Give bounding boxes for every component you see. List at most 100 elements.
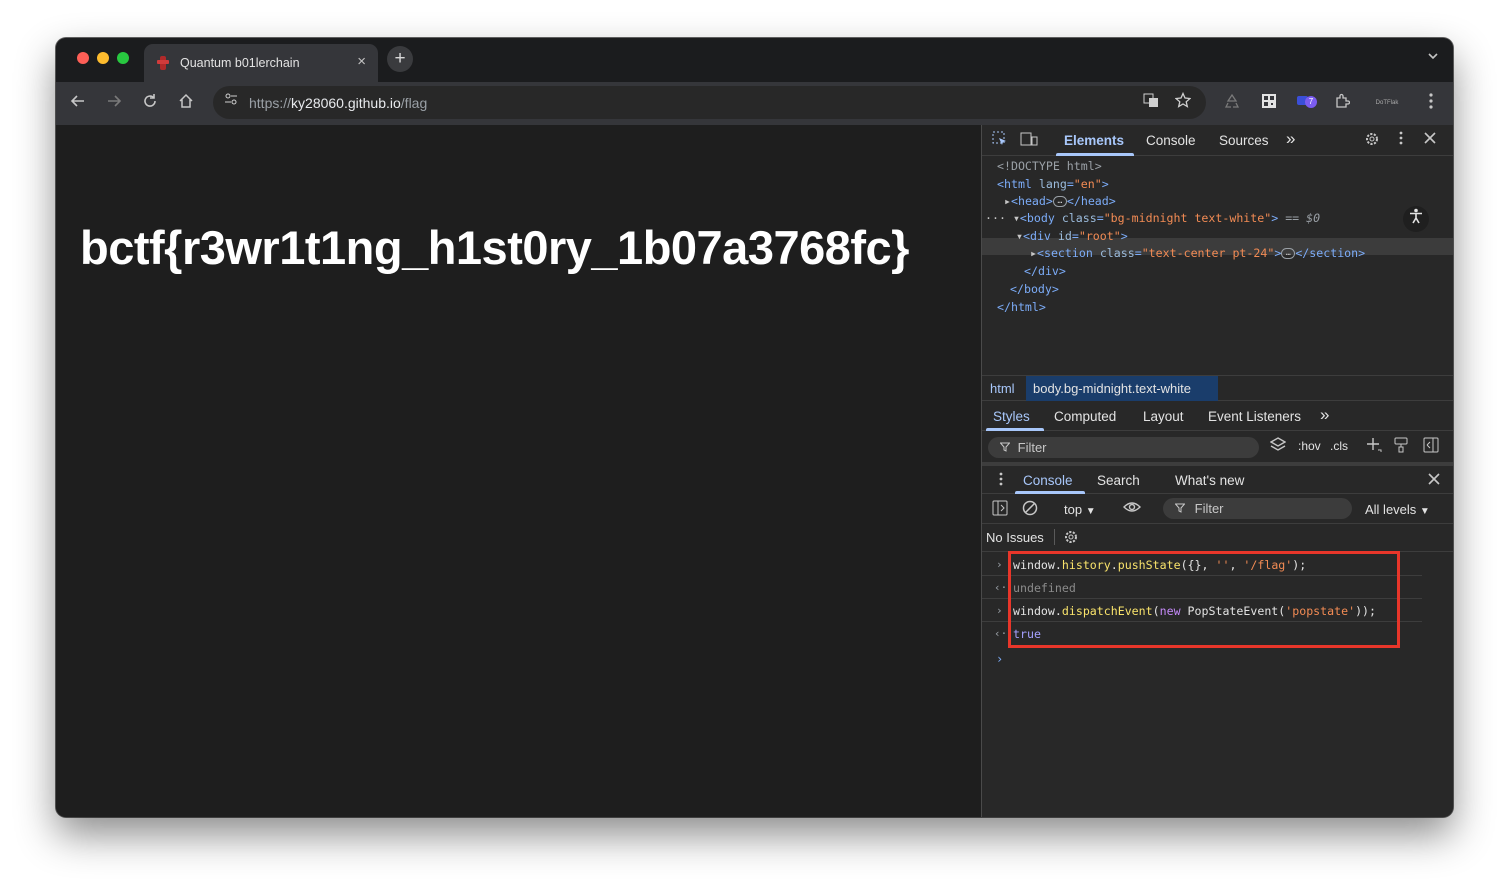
more-tabs-icon[interactable]: » xyxy=(1286,129,1295,149)
url-path: /flag xyxy=(400,95,428,111)
back-arrow-icon[interactable] xyxy=(68,93,88,113)
tab-event-listeners[interactable]: Event Listeners xyxy=(1208,409,1301,424)
tab-title: Quantum b01lerchain xyxy=(180,56,300,70)
selected-node-marker: == $0 xyxy=(1285,211,1321,225)
console-output: › window.history.pushState({}, '', '/fla… xyxy=(982,551,1453,817)
tab-elements[interactable]: Elements xyxy=(1064,133,1124,148)
output-chevron-icon: ‹· xyxy=(994,627,1008,640)
device-toolbar-icon[interactable] xyxy=(1020,131,1038,151)
devtools-tab-bar: Elements Console Sources » xyxy=(982,125,1453,156)
breadcrumb-body[interactable]: body.bg-midnight.text-white xyxy=(1033,381,1191,396)
log-levels-select[interactable]: All levels ▼ xyxy=(1365,502,1430,517)
collapsed-ellipsis-icon[interactable]: … xyxy=(1281,248,1296,259)
layers-icon[interactable] xyxy=(1269,437,1287,456)
levels-dropdown-icon: ▼ xyxy=(1419,506,1430,517)
tab-search-chevron-icon[interactable] xyxy=(1427,50,1439,65)
dom-html-open[interactable]: <html lang="en"> xyxy=(997,177,1109,191)
paint-brush-icon[interactable] xyxy=(1394,437,1408,456)
console-filter-placeholder: Filter xyxy=(1194,501,1224,516)
drawer-tab-search[interactable]: Search xyxy=(1097,473,1140,488)
devtools-panel: Elements Console Sources » <!DOCTYPE htm… xyxy=(981,125,1453,817)
execution-context-select[interactable]: top ▼ xyxy=(1064,502,1096,517)
styles-filter-input[interactable]: Filter xyxy=(988,437,1259,458)
dom-tree: <!DOCTYPE html> <html lang="en"> ▸<head>… xyxy=(982,156,1453,375)
url-host: ky28060.github.io xyxy=(291,95,401,111)
new-style-rule-icon[interactable] xyxy=(1366,437,1382,456)
console-prompt[interactable]: › xyxy=(996,652,1003,666)
context-dropdown-icon: ▼ xyxy=(1085,506,1096,517)
minimize-window-button[interactable] xyxy=(97,52,109,64)
tab-computed[interactable]: Computed xyxy=(1054,409,1116,424)
console-toolbar: top ▼ Filter All levels ▼ xyxy=(982,494,1453,524)
live-expression-eye-icon[interactable] xyxy=(1123,500,1141,518)
dom-html-close[interactable]: </html> xyxy=(997,300,1046,314)
flag-heading: bctf{r3wr1t1ng_h1st0ry_1b07a3768fc} xyxy=(80,221,909,274)
extensions-puzzle-icon[interactable] xyxy=(1332,93,1352,113)
inspect-element-icon[interactable] xyxy=(991,131,1009,151)
hov-toggle[interactable]: :hov xyxy=(1298,439,1321,453)
dom-body-close[interactable]: </body> xyxy=(1010,282,1059,296)
site-settings-icon[interactable] xyxy=(221,92,241,112)
tab-styles[interactable]: Styles xyxy=(993,409,1030,424)
title-bar: Quantum b01lerchain × + xyxy=(56,38,1453,82)
drawer-tab-bar: Console Search What's new xyxy=(982,463,1453,494)
filter-funnel-icon xyxy=(999,437,1014,458)
chrome-menu-icon[interactable] xyxy=(1421,93,1441,113)
input-chevron-icon: › xyxy=(996,604,1003,617)
red-highlight-box xyxy=(1008,551,1400,648)
tab-layout[interactable]: Layout xyxy=(1143,409,1184,424)
drawer-tab-whats-new[interactable]: What's new xyxy=(1175,473,1244,488)
console-sidebar-icon[interactable] xyxy=(992,500,1008,520)
devtools-menu-icon[interactable] xyxy=(1392,131,1410,149)
context-label: top xyxy=(1064,502,1083,517)
close-devtools-icon[interactable] xyxy=(1421,131,1439,148)
home-icon[interactable] xyxy=(176,93,196,113)
address-bar[interactable]: https://ky28060.github.io/flag xyxy=(213,86,1206,119)
styles-tab-bar: Styles Computed Layout Event Listeners » xyxy=(982,401,1453,431)
tab-console[interactable]: Console xyxy=(1146,133,1196,148)
drawer-menu-icon[interactable] xyxy=(992,472,1010,490)
close-window-button[interactable] xyxy=(77,52,89,64)
url-text[interactable]: https://ky28060.github.io/flag xyxy=(249,95,427,111)
maximize-window-button[interactable] xyxy=(117,52,129,64)
output-chevron-icon: ‹· xyxy=(994,581,1008,594)
collapsed-ellipsis-icon[interactable]: … xyxy=(1052,196,1067,207)
new-tab-button[interactable]: + xyxy=(387,46,413,72)
toggle-sidebar-icon[interactable] xyxy=(1423,437,1439,456)
more-styles-tabs-icon[interactable]: » xyxy=(1320,405,1329,425)
accessibility-tree-icon[interactable] xyxy=(1403,206,1429,232)
url-scheme: https:// xyxy=(249,95,292,111)
console-settings-gear-icon[interactable] xyxy=(1063,529,1079,549)
dom-div-root[interactable]: ▾<div id="root"> xyxy=(1016,229,1128,243)
console-filter-input[interactable]: Filter xyxy=(1163,498,1352,519)
tab-favicon-icon xyxy=(157,56,169,70)
recycle-extension-icon[interactable] xyxy=(1222,93,1242,113)
qr-code-icon[interactable] xyxy=(1259,93,1279,113)
tab-sources[interactable]: Sources xyxy=(1219,133,1269,148)
drawer-tab-console[interactable]: Console xyxy=(1023,473,1073,488)
clear-console-icon[interactable] xyxy=(1022,500,1038,520)
bookmark-star-icon[interactable] xyxy=(1173,91,1193,112)
close-drawer-icon[interactable] xyxy=(1425,472,1443,489)
issues-bar: No Issues xyxy=(982,524,1453,552)
input-chevron-icon: › xyxy=(996,558,1003,571)
forward-arrow-icon[interactable] xyxy=(104,93,124,113)
console-filter-funnel-icon xyxy=(1174,498,1191,519)
issues-divider xyxy=(1054,529,1055,545)
browser-toolbar: https://ky28060.github.io/flag 7 DoTFlak xyxy=(56,82,1453,125)
issues-count[interactable]: No Issues xyxy=(986,530,1044,545)
dom-body-open[interactable]: ··· ▾<body class="bg-midnight text-white… xyxy=(985,211,1320,225)
devtools-settings-gear-icon[interactable] xyxy=(1363,131,1381,151)
dom-head[interactable]: ▸<head>… </head> xyxy=(1004,194,1116,208)
dom-div-close[interactable]: </div> xyxy=(1024,264,1066,278)
dom-section[interactable]: ▸<section class="text-center pt-24">… </s… xyxy=(1030,246,1365,260)
dom-doctype[interactable]: <!DOCTYPE html> xyxy=(997,159,1102,173)
breadcrumb: html body.bg-midnight.text-white xyxy=(982,375,1453,401)
reload-icon[interactable] xyxy=(140,93,160,113)
profile-avatar[interactable]: DoTFlak xyxy=(1374,94,1400,112)
browser-tab[interactable]: Quantum b01lerchain × xyxy=(144,44,378,82)
breadcrumb-html[interactable]: html xyxy=(990,381,1015,396)
cls-toggle[interactable]: .cls xyxy=(1330,439,1348,453)
tab-close-icon[interactable]: × xyxy=(357,53,366,70)
translate-icon[interactable] xyxy=(1141,92,1161,112)
